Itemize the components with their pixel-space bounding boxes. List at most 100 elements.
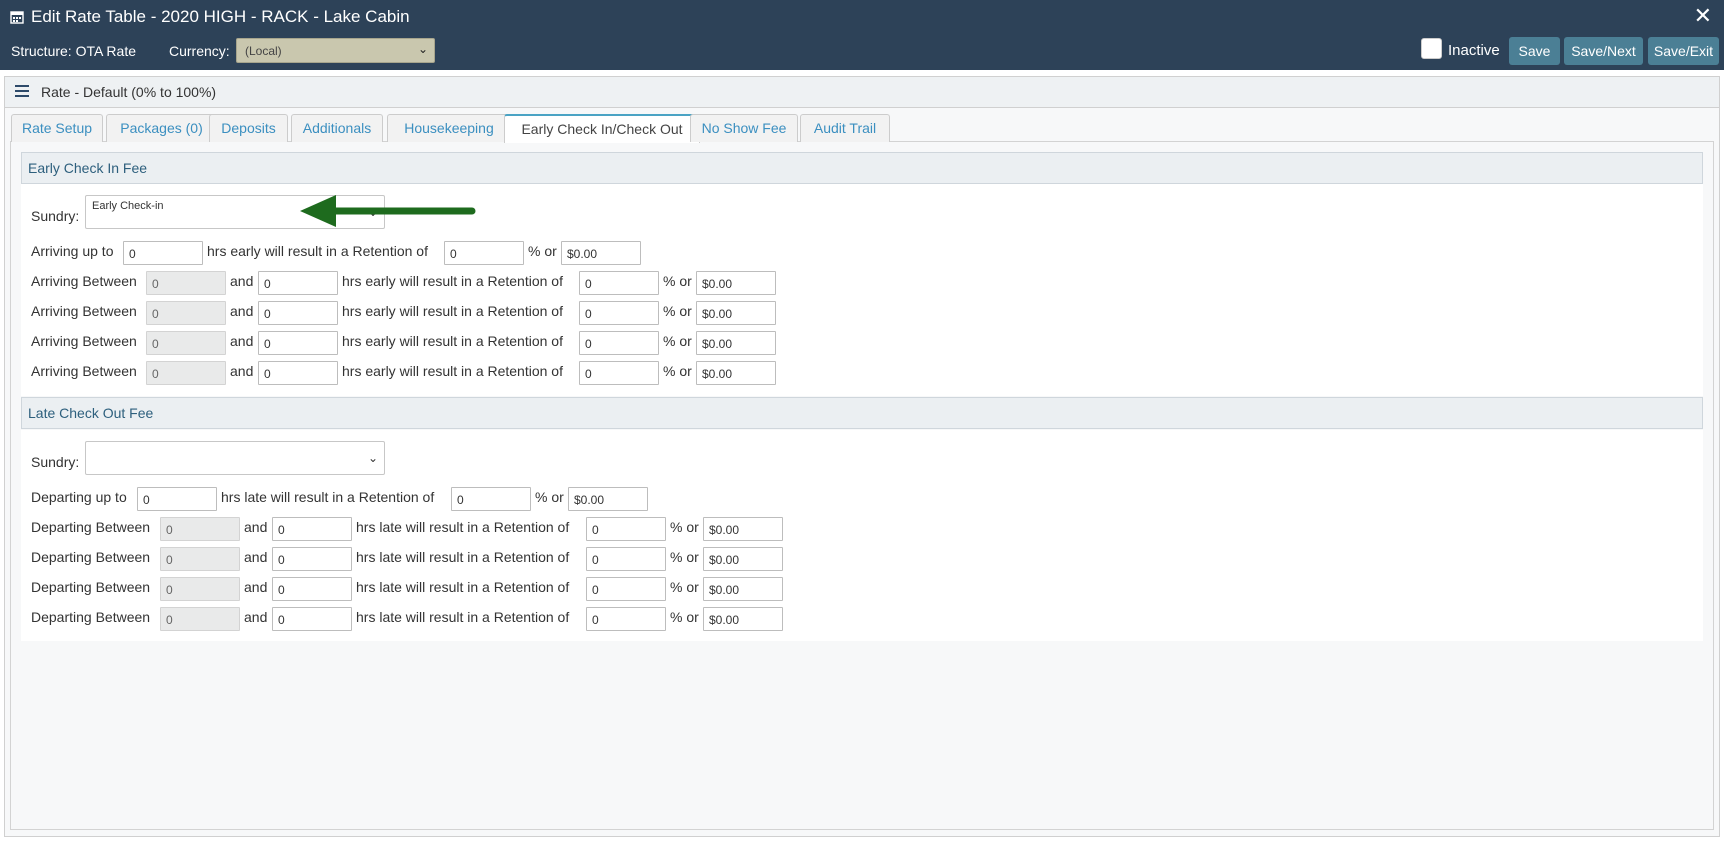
late-to-input[interactable]: 0 xyxy=(272,547,352,571)
early-from-input: 0 xyxy=(146,361,226,385)
currency-select[interactable]: (Local) ⌄ xyxy=(236,38,435,63)
early-amount-input[interactable]: $0.00 xyxy=(696,361,776,385)
early-to-input[interactable]: 0 xyxy=(258,361,338,385)
early-pct-input[interactable]: 0 xyxy=(579,271,659,295)
save-button[interactable]: Save xyxy=(1509,37,1560,65)
late-up-to-label: Departing up to xyxy=(31,489,127,505)
and-label: and xyxy=(244,609,268,625)
arrow-left-icon xyxy=(300,195,476,227)
early-from-input: 0 xyxy=(146,331,226,355)
tab-audit-trail[interactable]: Audit Trail xyxy=(800,114,890,142)
late-up-to-amount-input[interactable]: $0.00 xyxy=(568,487,648,511)
late-to-input[interactable]: 0 xyxy=(272,517,352,541)
early-mid-label: hrs early will result in a Retention of xyxy=(342,363,563,379)
hamburger-menu-icon[interactable] xyxy=(15,85,29,99)
late-sundry-select[interactable]: ⌄ xyxy=(85,441,385,475)
tab-packages[interactable]: Packages (0) xyxy=(106,114,217,142)
save-next-button[interactable]: Save/Next xyxy=(1564,37,1643,65)
early-to-input[interactable]: 0 xyxy=(258,301,338,325)
late-from-input: 0 xyxy=(160,577,240,601)
early-up-to-hrs-input[interactable]: 0 xyxy=(123,241,203,265)
early-pct-input[interactable]: 0 xyxy=(579,361,659,385)
tab-no-show-fee[interactable]: No Show Fee xyxy=(690,114,798,142)
late-up-to-hrs-input[interactable]: 0 xyxy=(137,487,217,511)
early-from-input: 0 xyxy=(146,301,226,325)
pct-or-label: % or xyxy=(663,363,692,379)
late-to-input[interactable]: 0 xyxy=(272,577,352,601)
pct-or-label: % or xyxy=(663,333,692,349)
early-pct-input[interactable]: 0 xyxy=(579,301,659,325)
early-to-input[interactable]: 0 xyxy=(258,331,338,355)
late-pct-input[interactable]: 0 xyxy=(586,517,666,541)
pct-or-label: % or xyxy=(670,609,699,625)
and-label: and xyxy=(244,549,268,565)
chevron-down-icon: ⌄ xyxy=(367,451,378,465)
late-up-to-pct-input[interactable]: 0 xyxy=(451,487,531,511)
tab-additionals[interactable]: Additionals xyxy=(291,114,383,142)
late-from-input: 0 xyxy=(160,547,240,571)
late-amount-input[interactable]: $0.00 xyxy=(703,547,783,571)
currency-value: (Local) xyxy=(245,44,282,58)
late-between-label: Departing Between xyxy=(31,519,151,535)
early-between-label: Arriving Between xyxy=(31,303,137,319)
late-amount-input[interactable]: $0.00 xyxy=(703,607,783,631)
late-up-to-mid-label: hrs late will result in a Retention of xyxy=(221,489,435,505)
early-up-to-label: Arriving up to xyxy=(31,243,114,259)
early-from-input: 0 xyxy=(146,271,226,295)
pct-or-label: % or xyxy=(670,579,699,595)
title-bar: Edit Rate Table - 2020 HIGH - RACK - Lak… xyxy=(0,0,1724,33)
tab-deposits[interactable]: Deposits xyxy=(209,114,288,142)
and-label: and xyxy=(230,273,254,289)
panel-header: Rate - Default (0% to 100%) xyxy=(5,77,1719,108)
chevron-down-icon: ⌄ xyxy=(417,42,428,56)
late-up-to-or-label: % or xyxy=(535,489,564,505)
window-title: Edit Rate Table - 2020 HIGH - RACK - Lak… xyxy=(31,6,410,26)
late-from-input: 0 xyxy=(160,517,240,541)
early-between-label: Arriving Between xyxy=(31,273,137,289)
late-check-out-header: Late Check Out Fee xyxy=(21,397,1703,429)
tab-housekeeping[interactable]: Housekeeping xyxy=(387,114,511,142)
pct-or-label: % or xyxy=(663,273,692,289)
early-up-to-or-label: % or xyxy=(528,243,557,259)
and-label: and xyxy=(230,363,254,379)
and-label: and xyxy=(244,519,268,535)
tab-early-check-in-check-out[interactable]: Early Check In/Check Out xyxy=(504,114,700,143)
late-mid-label: hrs late will result in a Retention of xyxy=(356,549,570,565)
late-pct-input[interactable]: 0 xyxy=(586,577,666,601)
late-pct-input[interactable]: 0 xyxy=(586,547,666,571)
late-amount-input[interactable]: $0.00 xyxy=(703,517,783,541)
late-mid-label: hrs late will result in a Retention of xyxy=(356,579,570,595)
early-sundry-value: Early Check-in xyxy=(92,200,164,212)
pct-or-label: % or xyxy=(670,519,699,535)
late-amount-input[interactable]: $0.00 xyxy=(703,577,783,601)
early-mid-label: hrs early will result in a Retention of xyxy=(342,273,563,289)
early-amount-input[interactable]: $0.00 xyxy=(696,301,776,325)
panel-title: Rate - Default (0% to 100%) xyxy=(41,84,217,100)
toolbar: Structure: OTA Rate Currency: (Local) ⌄ … xyxy=(0,33,1724,70)
early-pct-input[interactable]: 0 xyxy=(579,331,659,355)
structure-label: Structure: OTA Rate xyxy=(11,43,137,59)
and-label: and xyxy=(230,333,254,349)
pct-or-label: % or xyxy=(663,303,692,319)
early-to-input[interactable]: 0 xyxy=(258,271,338,295)
late-sundry-label: Sundry: xyxy=(31,454,80,470)
early-amount-input[interactable]: $0.00 xyxy=(696,331,776,355)
early-up-to-amount-input[interactable]: $0.00 xyxy=(561,241,641,265)
early-sundry-label: Sundry: xyxy=(31,208,80,224)
early-up-to-pct-input[interactable]: 0 xyxy=(444,241,524,265)
late-from-input: 0 xyxy=(160,607,240,631)
early-amount-input[interactable]: $0.00 xyxy=(696,271,776,295)
late-mid-label: hrs late will result in a Retention of xyxy=(356,609,570,625)
late-to-input[interactable]: 0 xyxy=(272,607,352,631)
early-between-label: Arriving Between xyxy=(31,363,137,379)
save-exit-button[interactable]: Save/Exit xyxy=(1648,37,1719,65)
inactive-checkbox[interactable] xyxy=(1421,38,1442,59)
early-between-label: Arriving Between xyxy=(31,333,137,349)
tab-rate-setup[interactable]: Rate Setup xyxy=(11,114,103,142)
late-mid-label: hrs late will result in a Retention of xyxy=(356,519,570,535)
and-label: and xyxy=(230,303,254,319)
early-mid-label: hrs early will result in a Retention of xyxy=(342,303,563,319)
early-mid-label: hrs early will result in a Retention of xyxy=(342,333,563,349)
late-pct-input[interactable]: 0 xyxy=(586,607,666,631)
close-icon[interactable]: ✕ xyxy=(1694,4,1712,28)
